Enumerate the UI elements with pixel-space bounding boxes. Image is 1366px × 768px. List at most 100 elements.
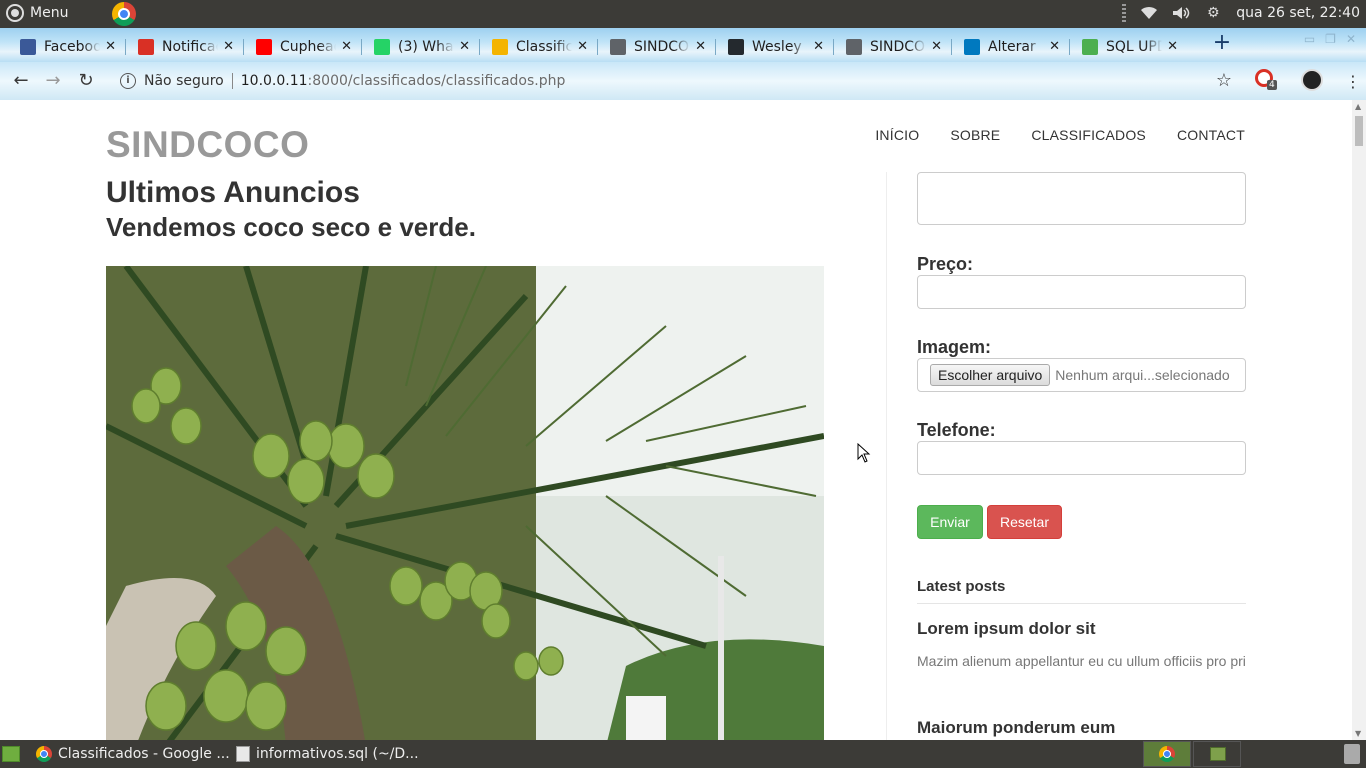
new-tab-button[interactable]: + [1210,32,1234,56]
post-title[interactable]: Lorem ipsum dolor sit [917,619,1096,639]
document-icon [610,39,626,55]
page-title: Ultimos Anuncios [106,176,360,209]
tab-label: SQL UPDATE [1106,39,1162,55]
taskbar-item-chrome[interactable]: Classificados - Google ... [36,742,230,766]
image-file-field: Escolher arquivo Nenhum arqui...selecion… [917,358,1246,392]
tab-separator [951,39,952,55]
forward-arrow-icon[interactable]: → [42,71,64,93]
page-scrollbar[interactable]: ▲ ▼ [1352,100,1366,740]
site-brand[interactable]: SINDCOCO [106,124,309,166]
close-window-icon[interactable]: ✕ [1346,32,1356,46]
map-pin-icon [492,39,508,55]
back-arrow-icon[interactable]: ← [10,71,32,93]
latest-posts-divider [917,603,1246,604]
chrome-icon [1159,746,1175,762]
os-clock[interactable]: qua 26 set, 22:40 [1236,5,1360,21]
browser-tab[interactable]: SINDCOCO ✕ [836,33,950,61]
scroll-up-icon[interactable]: ▲ [1355,102,1361,111]
workspace-2[interactable] [1193,741,1241,767]
description-textarea[interactable] [917,172,1246,225]
browser-tab[interactable]: Facebook ✕ [10,33,124,61]
nav-item-classificados[interactable]: CLASSIFICADOS [1031,127,1146,143]
github-icon [728,39,744,55]
tab-separator [243,39,244,55]
tab-close-icon[interactable]: ✕ [931,39,942,54]
youtube-icon [256,39,272,55]
tab-label: (3) WhatsApp [398,39,454,55]
tab-label: Classificados [516,39,572,55]
sql-icon [1082,39,1098,55]
browser-toolbar: ← → ↻ i Não seguro 10.0.0.11:8000/classi… [0,62,1366,100]
post-title[interactable]: Maiorum ponderum eum [917,718,1115,738]
browser-tab[interactable]: SQL UPDATE ✕ [1072,33,1186,61]
browser-tab[interactable]: (3) WhatsApp ✕ [364,33,478,61]
browser-tab[interactable]: Classificados ✕ [482,33,596,61]
show-desktop-icon[interactable] [2,746,20,762]
tab-close-icon[interactable]: ✕ [813,39,824,54]
minimize-icon[interactable]: ▭ [1304,32,1315,46]
bookmark-star-icon[interactable]: ☆ [1216,70,1232,91]
browser-menu-icon[interactable]: ⋮ [1345,72,1361,91]
web-page: SINDCOCO INÍCIO SOBRE CLASSIFICADOS CONT… [0,100,1352,740]
os-taskbar: Classificados - Google ... informativos.… [0,740,1366,768]
tab-close-icon[interactable]: ✕ [577,39,588,54]
window-controls: ▭ ❐ ✕ [1304,32,1356,46]
choose-file-button[interactable]: Escolher arquivo [930,364,1051,386]
tab-separator [1069,39,1070,55]
maximize-icon[interactable]: ❐ [1325,32,1336,46]
image-label: Imagem: [917,337,992,357]
reset-button[interactable]: Resetar [987,505,1062,539]
browser-tab[interactable]: Notificações ✕ [128,33,242,61]
file-status-text: Nenhum arqui...selecionado [1055,367,1230,383]
chrome-launcher-icon[interactable] [112,2,136,26]
tab-separator [833,39,834,55]
scrollbar-thumb[interactable] [1355,116,1363,146]
url-host: 10.0.0.11 [240,72,308,89]
tab-label: SINDCOCO [634,39,690,55]
profile-avatar[interactable] [1301,69,1323,91]
tab-close-icon[interactable]: ✕ [105,39,116,54]
address-bar-input[interactable]: i Não seguro 10.0.0.11:8000/classificado… [108,65,1242,96]
tab-label: Alterar [988,39,1036,55]
send-button[interactable]: Enviar [917,505,983,539]
browser-tab[interactable]: Alterar ✕ [954,33,1068,61]
adblock-extension-icon[interactable]: 4 [1255,69,1277,90]
settings-gear-icon[interactable]: ⚙ [1204,5,1222,21]
taskbar-item-label: Classificados - Google ... [58,746,230,762]
workspace-1[interactable] [1143,741,1191,767]
nav-item-sobre[interactable]: SOBRE [950,127,1000,143]
chrome-icon [36,746,52,762]
tab-close-icon[interactable]: ✕ [223,39,234,54]
info-icon[interactable]: i [120,72,136,89]
text-editor-icon [236,746,250,762]
coconut-palm-photo [106,266,824,740]
nav-item-inicio[interactable]: INÍCIO [875,127,919,143]
post-excerpt: Mazim alienum appellantur eu cu ullum of… [917,653,1246,669]
scroll-down-icon[interactable]: ▼ [1355,729,1361,738]
taskbar-item-editor[interactable]: informativos.sql (~/D... [236,742,419,766]
os-menu-button[interactable]: Menu [6,4,68,22]
price-input[interactable] [917,275,1246,309]
tab-close-icon[interactable]: ✕ [695,39,706,54]
site-nav: INÍCIO SOBRE CLASSIFICADOS CONTACT [875,127,1245,143]
wifi-icon[interactable] [1140,5,1158,21]
page-subtitle: Vendemos coco seco e verde. [106,212,476,242]
browser-tab[interactable]: Cuphead ✕ [246,33,360,61]
trello-icon [964,39,980,55]
nav-item-contact[interactable]: CONTACT [1177,127,1245,143]
volume-icon[interactable] [1172,5,1190,21]
tab-close-icon[interactable]: ✕ [459,39,470,54]
document-icon [846,39,862,55]
tab-close-icon[interactable]: ✕ [341,39,352,54]
trash-icon[interactable] [1344,744,1360,764]
system-tray: ⚙ qua 26 set, 22:40 [1122,4,1360,22]
phone-input[interactable] [917,441,1246,475]
reload-icon[interactable]: ↻ [75,71,97,93]
browser-tab[interactable]: SINDCOCO ✕ [600,33,714,61]
taskbar-item-label: informativos.sql (~/D... [256,746,419,762]
tab-close-icon[interactable]: ✕ [1167,39,1178,54]
browser-tab[interactable]: Wesley ✕ [718,33,832,61]
tab-close-icon[interactable]: ✕ [1049,39,1060,54]
security-label: Não seguro [144,72,224,89]
tray-handle [1122,4,1127,22]
